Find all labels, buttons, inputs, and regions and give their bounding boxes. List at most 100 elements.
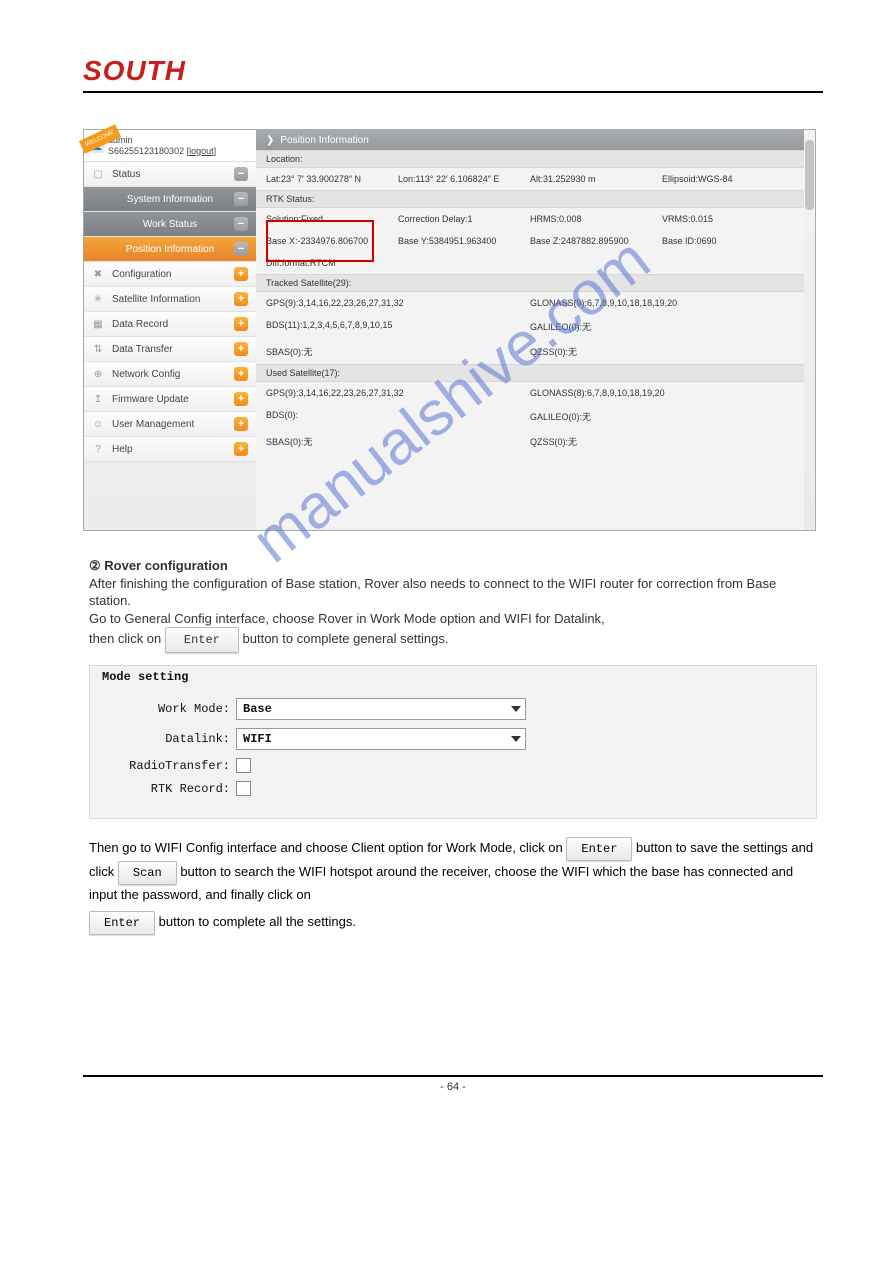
globe-icon: ⊕ <box>92 368 104 380</box>
rover-config-heading: ② Rover configuration <box>89 557 817 575</box>
gps-used: GPS(9):3,14,16,22,23,26,27,31,32 <box>266 388 530 398</box>
collapse-icon: − <box>234 217 248 231</box>
radiotransfer-label: RadioTransfer: <box>90 759 236 773</box>
nav-system-information[interactable]: System Information− <box>84 187 256 212</box>
step-text-3: button to search the WIFI hotspot around… <box>89 864 793 902</box>
hrms-value: HRMS:0.008 <box>530 214 662 224</box>
diff-format: Diff.format:RTCM <box>266 258 336 268</box>
galileo-used: GALILEO(0):无 <box>530 410 794 423</box>
enter-button-1[interactable]: Enter <box>165 627 239 653</box>
sbas-tracked: SBAS(0):无 <box>266 345 530 358</box>
basey-value: Base Y:5384951.963400 <box>398 236 530 246</box>
chevron-down-icon <box>511 736 521 742</box>
solution-value: Solution:Fixed <box>266 214 398 224</box>
nav-network-config[interactable]: ⊕Network Config+ <box>84 362 256 387</box>
qzss-tracked: QZSS(0):无 <box>530 345 794 358</box>
basez-value: Base Z:2487882.895900 <box>530 236 662 246</box>
nav-user-management[interactable]: ☺User Management+ <box>84 412 256 437</box>
upload-icon: ↥ <box>92 393 104 405</box>
alt-value: Alt:31.252930 m <box>530 174 662 184</box>
transfer-icon: ⇅ <box>92 343 104 355</box>
app-frame: WELCOME 👤 admin S66255123180302 [logout]… <box>83 129 816 531</box>
enter-button-3[interactable]: Enter <box>89 911 155 935</box>
scrollbar[interactable] <box>804 130 815 530</box>
logout-link[interactable]: [logout] <box>187 146 217 156</box>
lon-value: Lon:113° 22′ 6.106824″ E <box>398 174 530 184</box>
tracked-header: Tracked Satellite(29): <box>256 274 804 292</box>
rover-config-text-3a: then click on <box>89 631 165 646</box>
glonass-tracked: GLONASS(9):6,7,8,9,10,18,18,19,20 <box>530 298 794 308</box>
chevron-right-icon: ❯ <box>266 135 274 146</box>
monitor-icon: ▢ <box>92 168 104 180</box>
rtkrecord-label: RTK Record: <box>90 782 236 796</box>
nav-satellite-information[interactable]: ✳Satellite Information+ <box>84 287 256 312</box>
rtkrecord-checkbox[interactable] <box>236 781 251 796</box>
bds-used: BDS(0): <box>266 410 530 423</box>
gps-tracked: GPS(9):3,14,16,22,23,26,27,31,32 <box>266 298 530 308</box>
nav-configuration[interactable]: ✖Configuration+ <box>84 262 256 287</box>
main-header: ❯ Position Information <box>256 130 804 150</box>
ellipsoid-value: Ellipsoid:WGS-84 <box>662 174 794 184</box>
used-header: Used Satellite(17): <box>256 364 804 382</box>
nav-data-record[interactable]: ▦Data Record+ <box>84 312 256 337</box>
nav-data-transfer[interactable]: ⇅Data Transfer+ <box>84 337 256 362</box>
help-icon: ? <box>92 443 104 455</box>
workmode-label: Work Mode: <box>90 702 236 716</box>
scan-button[interactable]: Scan <box>118 861 177 885</box>
radiotransfer-checkbox[interactable] <box>236 758 251 773</box>
nav-status[interactable]: ▢Status− <box>84 162 256 187</box>
sidebar: WELCOME 👤 admin S66255123180302 [logout]… <box>84 130 256 530</box>
rover-config-text-1: After finishing the configuration of Bas… <box>89 575 817 610</box>
mode-setting-panel: Mode setting Work Mode: Base Datalink: W… <box>89 665 817 819</box>
qzss-used: QZSS(0):无 <box>530 435 794 448</box>
location-header: Location: <box>256 150 804 168</box>
expand-icon: + <box>234 417 248 431</box>
chevron-down-icon <box>511 706 521 712</box>
nav: ▢Status− System Information− Work Status… <box>84 162 256 462</box>
body-para: ② Rover configuration After finishing th… <box>89 557 817 653</box>
main-title: Position Information <box>280 135 368 146</box>
enter-button-2[interactable]: Enter <box>566 837 632 861</box>
bds-tracked: BDS(11):1,2,3,4,5,6,7,8,9,10,15 <box>266 320 530 333</box>
collapse-icon: − <box>234 242 248 256</box>
corrdelay-value: Correction Delay:1 <box>398 214 530 224</box>
scroll-thumb[interactable] <box>805 140 814 210</box>
expand-icon: + <box>234 342 248 356</box>
basex-value: Base X:-2334976.806700 <box>266 236 398 246</box>
lat-value: Lat:23° 7′ 33.900278″ N <box>266 174 398 184</box>
expand-icon: + <box>234 392 248 406</box>
expand-icon: + <box>234 292 248 306</box>
user-serial: S66255123180302 <box>108 146 184 156</box>
sbas-used: SBAS(0):无 <box>266 435 530 448</box>
workmode-select[interactable]: Base <box>236 698 526 720</box>
glonass-used: GLONASS(8):6,7,8,9,10,18,19,20 <box>530 388 794 398</box>
vrms-value: VRMS:0.015 <box>662 214 794 224</box>
expand-icon: + <box>234 317 248 331</box>
step-text-4: button to complete all the settings. <box>159 914 356 929</box>
wrench-icon: ✖ <box>92 268 104 280</box>
collapse-icon: − <box>234 167 248 181</box>
collapse-icon: − <box>234 192 248 206</box>
page-number: - 64 - <box>83 1081 823 1093</box>
expand-icon: + <box>234 442 248 456</box>
rtk-header: RTK Status: <box>256 190 804 208</box>
galileo-tracked: GALILEO(0):无 <box>530 320 794 333</box>
nav-firmware-update[interactable]: ↥Firmware Update+ <box>84 387 256 412</box>
nav-position-information[interactable]: Position Information− <box>84 237 256 262</box>
header-rule <box>83 91 823 93</box>
wifi-step-text: Then go to WIFI Config interface and cho… <box>89 837 817 935</box>
expand-icon: + <box>234 367 248 381</box>
rover-config-text-2: Go to General Config interface, choose R… <box>89 610 817 628</box>
footer-rule <box>83 1075 823 1077</box>
baseid-value: Base ID:0690 <box>662 236 794 246</box>
users-icon: ☺ <box>92 418 104 430</box>
nav-work-status[interactable]: Work Status− <box>84 212 256 237</box>
datalink-label: Datalink: <box>90 732 236 746</box>
mode-setting-title: Mode setting <box>90 670 816 690</box>
record-icon: ▦ <box>92 318 104 330</box>
nav-help[interactable]: ?Help+ <box>84 437 256 462</box>
expand-icon: + <box>234 267 248 281</box>
rover-config-text-3b: button to complete general settings. <box>243 631 449 646</box>
datalink-select[interactable]: WIFI <box>236 728 526 750</box>
satellite-icon: ✳ <box>92 293 104 305</box>
